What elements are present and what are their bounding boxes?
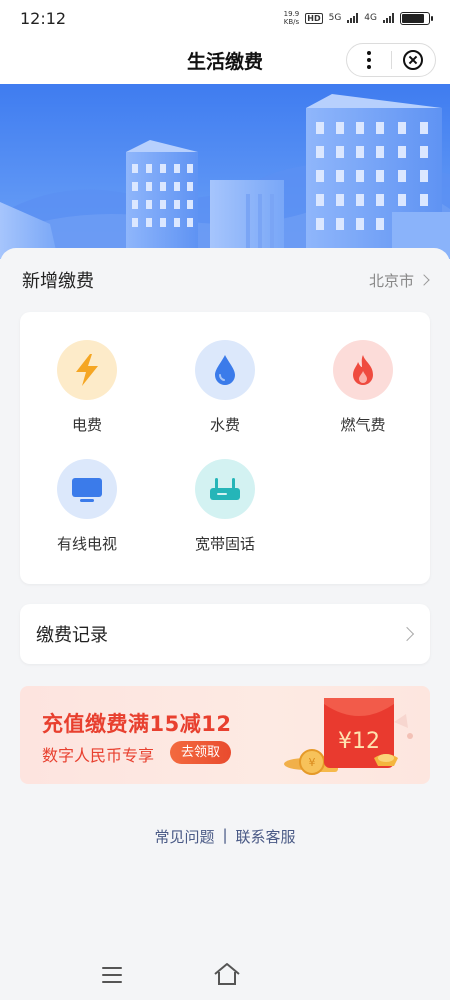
net-5g-label: 5G [328,13,342,23]
signal-icon-2 [383,13,394,23]
status-time: 12:12 [20,8,67,28]
lightning-icon [76,354,98,386]
footer-links: 常见问题 | 联系客服 [0,826,450,847]
city-label: 北京市 [368,271,414,290]
tile-label: 电费 [71,416,102,434]
chevron-right-icon [418,274,430,286]
mini-program-capsule [346,43,436,77]
contact-support-link[interactable]: 联系客服 [236,826,296,847]
electricity-icon-circle [57,340,117,400]
content-sheet: 新增缴费 北京市 电费 水费 燃气费 有线电视 宽带固话 缴费记录 充值缴费满1… [0,248,450,1000]
promo-title: 充值缴费满15减12 [42,712,232,736]
page-title: 生活缴费 [186,50,263,73]
tile-label: 宽带固话 [194,535,255,553]
battery-icon [400,11,433,25]
tile-broadband[interactable]: 宽带固话 [158,459,292,554]
chevron-right-icon [399,626,415,642]
promo-subtitle: 数字人民币专享 [42,746,155,765]
network-speed-unit: KB/s [283,18,300,26]
tv-icon [72,478,102,502]
link-separator: | [222,826,228,844]
promo-banner[interactable]: 充值缴费满15减12 数字人民币专享 去领取 ¥ ¥12 [20,686,430,784]
water-drop-icon [215,355,235,385]
tile-electricity[interactable]: 电费 [20,340,154,435]
tile-label: 水费 [209,416,240,434]
tile-water[interactable]: 水费 [158,340,292,435]
net-4g-label: 4G [364,13,377,23]
city-selector[interactable]: 北京市 [368,270,430,291]
status-icons: 19.9 KB/s HD 5G 4G [284,10,433,26]
records-label: 缴费记录 [36,625,108,646]
router-icon-circle [195,459,255,519]
home-icon[interactable] [212,961,242,987]
payment-type-grid: 电费 水费 燃气费 有线电视 宽带固话 [20,312,430,584]
city-skyline-illustration [0,84,450,259]
more-button[interactable] [347,44,391,76]
network-speed: 19.9 KB/s [284,10,300,26]
svg-text:¥: ¥ [309,756,316,769]
tile-gas[interactable]: 燃气费 [296,340,430,435]
header-banner [0,84,450,259]
nav-bar: 生活缴费 [0,36,450,84]
gas-icon-circle [333,340,393,400]
router-icon [210,478,240,500]
envelope-amount: ¥12 [338,729,380,754]
flame-icon [353,355,373,385]
status-bar: 12:12 19.9 KB/s HD 5G 4G [0,0,450,36]
close-button[interactable] [392,44,436,76]
menu-icon[interactable] [102,967,122,983]
tile-cable-tv[interactable]: 有线电视 [20,459,154,554]
faq-link[interactable]: 常见问题 [154,826,214,847]
hd-icon: HD [305,12,323,24]
system-nav-bar [0,955,450,995]
claim-button[interactable]: 去领取 [170,741,232,764]
network-speed-value: 19.9 [283,10,300,18]
more-dots-icon [366,51,371,69]
close-circle-icon [403,50,424,70]
payment-records-row[interactable]: 缴费记录 [20,604,430,664]
section-title: 新增缴费 [22,271,94,292]
tile-label: 有线电视 [56,535,117,553]
red-envelope-illustration: ¥ ¥12 [284,698,413,775]
water-icon-circle [195,340,255,400]
new-payment-header: 新增缴费 北京市 [0,248,450,312]
tile-label: 燃气费 [340,416,386,434]
tv-icon-circle [57,459,117,519]
signal-icon [347,13,359,23]
